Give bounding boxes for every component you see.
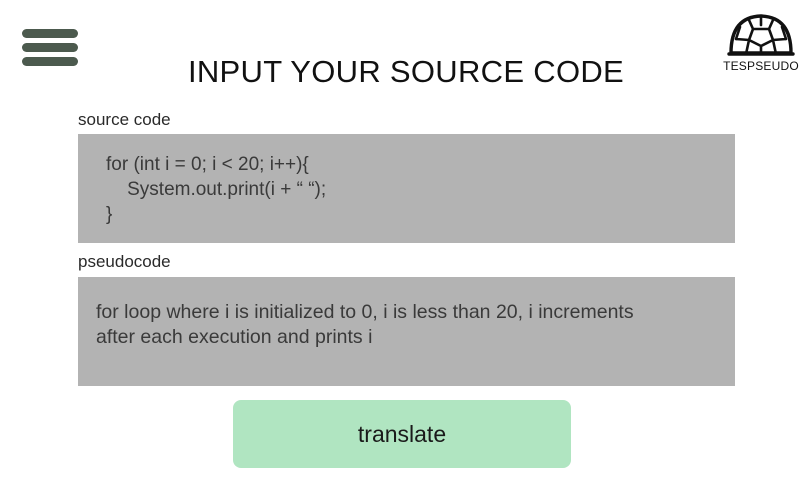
page-title: INPUT YOUR SOURCE CODE: [187, 54, 625, 89]
pseudocode-line: after each execution and prints i: [96, 326, 373, 348]
turtle-shell-icon: [727, 14, 795, 56]
source-code-input[interactable]: for (int i = 0; i < 20; i++){ System.out…: [78, 134, 735, 243]
pseudocode-line: for loop where i is initialized to 0, i …: [96, 301, 634, 323]
source-code-line: System.out.print(i + “ “);: [106, 179, 327, 200]
app-logo: TESPSEUDO: [718, 12, 804, 82]
pseudocode-label: pseudocode: [78, 252, 171, 271]
menu-bar: [22, 43, 78, 52]
source-code-label: source code: [78, 110, 171, 129]
pseudocode-output[interactable]: for loop where i is initialized to 0, i …: [78, 277, 735, 386]
translate-button[interactable]: translate: [233, 400, 571, 468]
source-code-line: }: [106, 204, 113, 225]
menu-bar: [22, 29, 78, 38]
source-code-line: for (int i = 0; i < 20; i++){: [106, 154, 309, 175]
logo-text: TESPSEUDO: [723, 59, 799, 73]
